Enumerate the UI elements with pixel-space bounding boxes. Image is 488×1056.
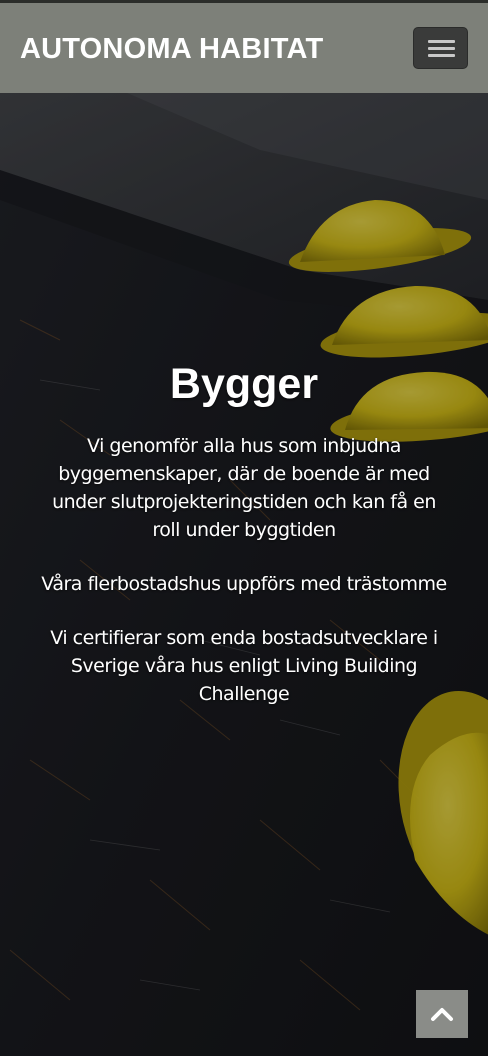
page: AUTONOMA HABITAT Bygger Vi genomför alla…	[0, 0, 488, 1056]
chevron-up-icon	[431, 1008, 453, 1021]
hero-paragraph-certification: Vi certifierar som enda bostadsutvecklar…	[50, 627, 438, 705]
hero-title: Bygger	[169, 360, 319, 408]
hero-paragraph-timber-frame: Våra flerbostadshus uppförs med trästomm…	[41, 573, 447, 595]
menu-icon-bar	[428, 54, 455, 57]
menu-toggle-button[interactable]	[413, 27, 468, 69]
back-to-top-button[interactable]	[416, 990, 468, 1038]
menu-icon-bar	[428, 47, 455, 50]
menu-icon-bar	[428, 40, 455, 43]
top-navbar: AUTONOMA HABITAT	[0, 0, 488, 93]
hero-section: Bygger Vi genomför alla hus som inbjudna…	[40, 356, 448, 708]
hero-paragraph-build-community: Vi genomför alla hus som inbjudna byggem…	[52, 435, 436, 541]
brand-logo-text[interactable]: AUTONOMA HABITAT	[20, 31, 323, 67]
